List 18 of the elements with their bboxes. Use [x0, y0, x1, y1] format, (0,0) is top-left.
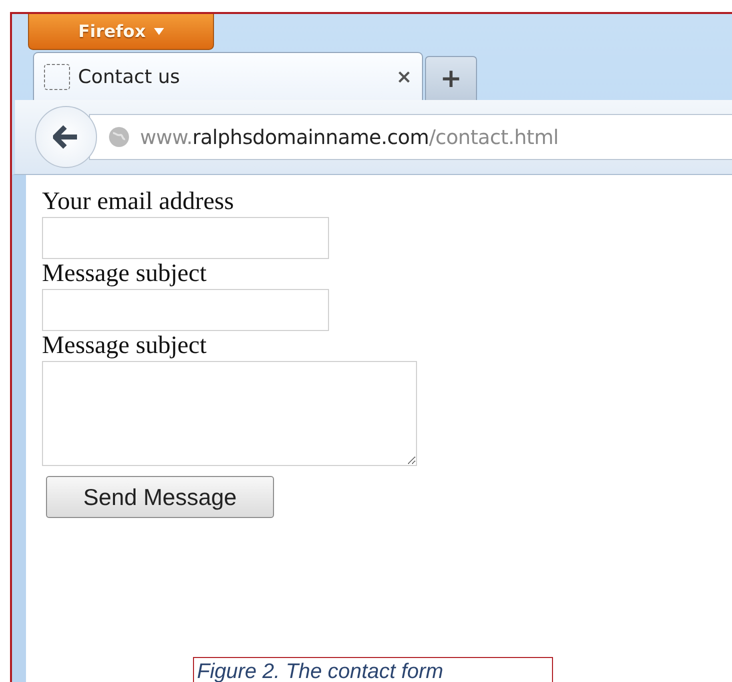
- globe-icon: [108, 126, 130, 148]
- field-label: Message subject: [42, 259, 207, 289]
- field-label: Your email address: [42, 187, 234, 217]
- new-tab-button[interactable]: +: [425, 56, 477, 100]
- tab-title: Contact us: [78, 66, 181, 88]
- back-arrow-icon: [53, 125, 79, 149]
- field-label: Message subject: [42, 331, 207, 361]
- close-tab-button[interactable]: ×: [396, 66, 412, 88]
- figure-caption: Figure 2. The contact form: [193, 657, 553, 682]
- message-textarea[interactable]: [42, 361, 417, 466]
- favicon-icon: [44, 64, 70, 90]
- url-text: www.ralphsdomainname.com/contact.html: [140, 125, 559, 149]
- text-input[interactable]: [42, 217, 329, 259]
- text-input[interactable]: [42, 289, 329, 331]
- browser-tab[interactable]: Contact us ×: [33, 52, 423, 100]
- caret-icon: [154, 28, 164, 35]
- address-bar[interactable]: www.ralphsdomainname.com/contact.html: [89, 114, 732, 160]
- send-message-button[interactable]: Send Message: [46, 476, 274, 518]
